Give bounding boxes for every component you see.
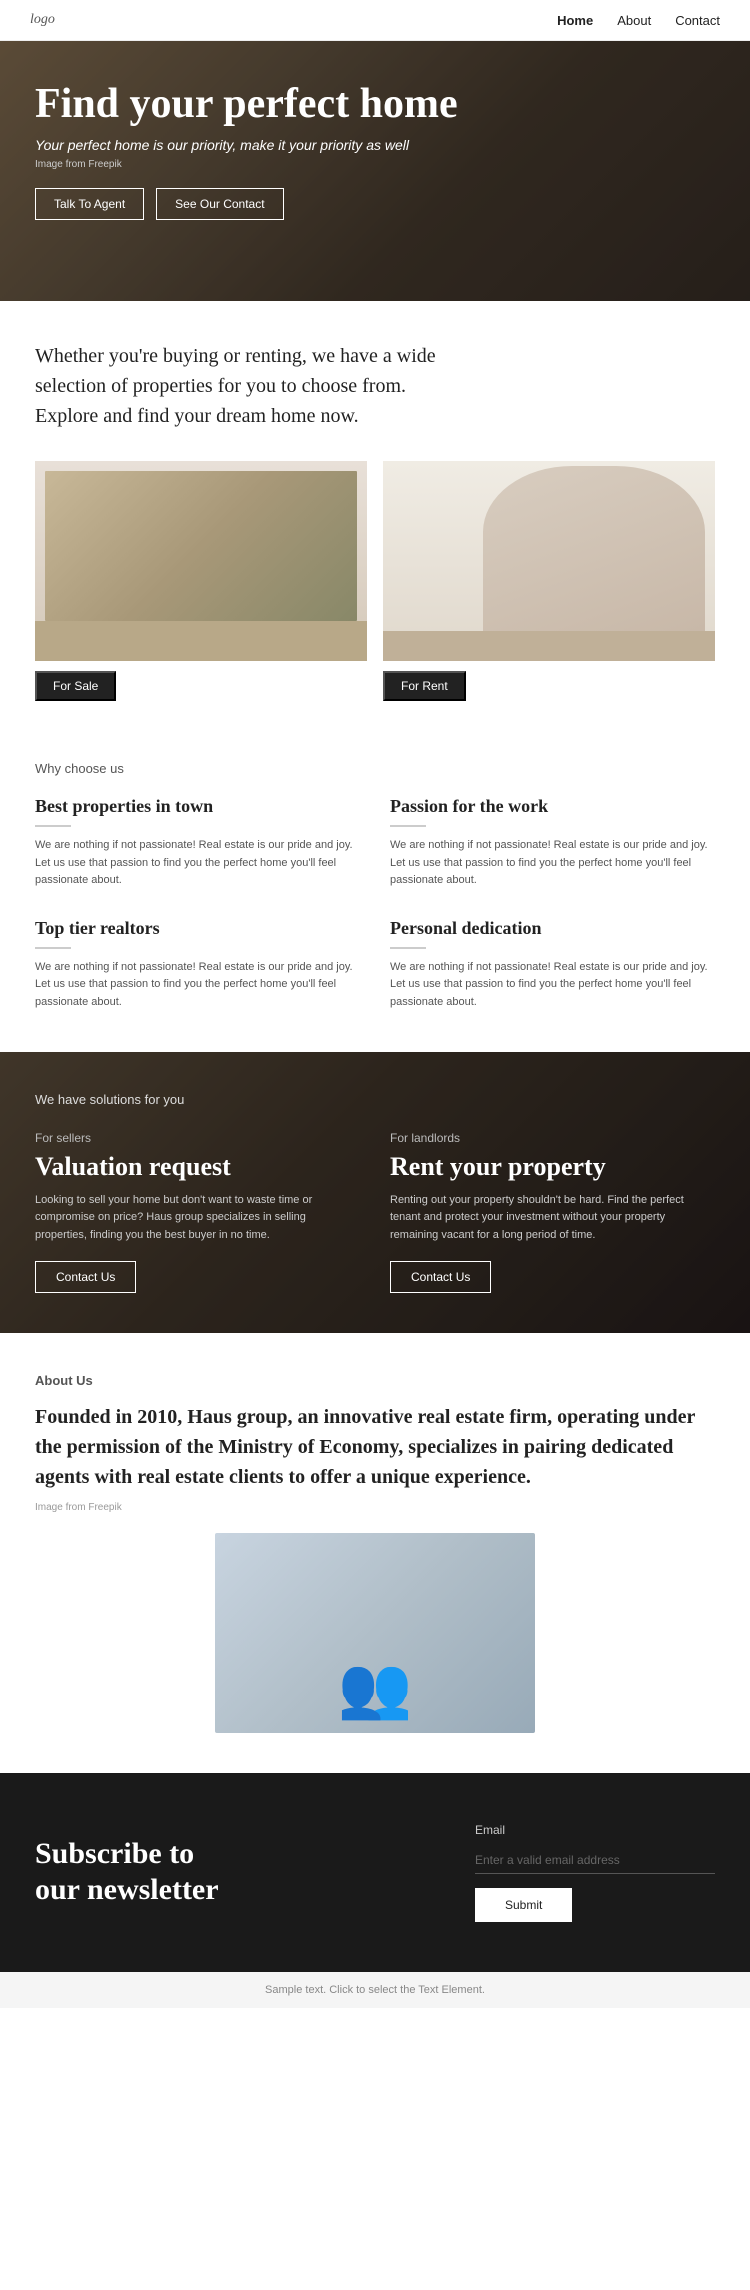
nav-about[interactable]: About xyxy=(617,13,651,28)
why-section: Why choose us Best properties in town We… xyxy=(0,721,750,1052)
hero-subtitle: Your perfect home is our priority, make … xyxy=(35,137,715,153)
nav-contact[interactable]: Contact xyxy=(675,13,720,28)
about-text: Founded in 2010, Haus group, an innovati… xyxy=(35,1402,715,1492)
intro-text: Whether you're buying or renting, we hav… xyxy=(35,341,455,431)
hero-content: Find your perfect home Your perfect home… xyxy=(0,41,750,240)
logo: logo xyxy=(30,12,55,28)
footer-note: Sample text. Click to select the Text El… xyxy=(0,1972,750,2008)
why-desc-2: We are nothing if not passionate! Real e… xyxy=(35,959,360,1012)
property-card-rent: For Rent xyxy=(383,461,715,701)
solution-sellers: For sellers Valuation request Looking to… xyxy=(35,1131,360,1293)
why-desc-1: We are nothing if not passionate! Real e… xyxy=(390,837,715,890)
about-label: About Us xyxy=(35,1373,715,1388)
solution-category-0: For sellers xyxy=(35,1131,360,1145)
solutions-label: We have solutions for you xyxy=(35,1092,715,1107)
solution-desc-1: Renting out your property shouldn't be h… xyxy=(390,1192,715,1245)
property-card-sale: For Sale xyxy=(35,461,367,701)
why-divider-0 xyxy=(35,825,71,827)
nav-links: Home About Contact xyxy=(557,13,720,28)
why-desc-0: We are nothing if not passionate! Real e… xyxy=(35,837,360,890)
why-title-1: Passion for the work xyxy=(390,796,715,817)
property-image-rent xyxy=(383,461,715,661)
hero-buttons: Talk To Agent See Our Contact xyxy=(35,188,715,220)
about-section: About Us Founded in 2010, Haus group, an… xyxy=(0,1333,750,1773)
solutions-section: We have solutions for you For sellers Va… xyxy=(0,1052,750,1333)
for-rent-button[interactable]: For Rent xyxy=(383,671,466,701)
why-item-1: Passion for the work We are nothing if n… xyxy=(390,796,715,890)
property-image-sale xyxy=(35,461,367,661)
see-our-contact-button[interactable]: See Our Contact xyxy=(156,188,283,220)
newsletter-title: Subscribe to our newsletter xyxy=(35,1836,235,1908)
submit-button[interactable]: Submit xyxy=(475,1888,572,1922)
team-photo xyxy=(215,1533,535,1733)
talk-to-agent-button[interactable]: Talk To Agent xyxy=(35,188,144,220)
solution-title-0: Valuation request xyxy=(35,1151,360,1182)
email-label: Email xyxy=(475,1823,715,1837)
why-item-2: Top tier realtors We are nothing if not … xyxy=(35,918,360,1012)
contact-us-button-landlords[interactable]: Contact Us xyxy=(390,1261,491,1293)
nav-home[interactable]: Home xyxy=(557,13,593,28)
why-item-0: Best properties in town We are nothing i… xyxy=(35,796,360,890)
hero-title: Find your perfect home xyxy=(35,81,715,127)
why-divider-3 xyxy=(390,947,426,949)
why-label: Why choose us xyxy=(35,761,715,776)
hero-section: Find your perfect home Your perfect home… xyxy=(0,41,750,301)
why-item-3: Personal dedication We are nothing if no… xyxy=(390,918,715,1012)
solution-category-1: For landlords xyxy=(390,1131,715,1145)
navbar: logo Home About Contact xyxy=(0,0,750,41)
why-divider-1 xyxy=(390,825,426,827)
why-title-2: Top tier realtors xyxy=(35,918,360,939)
hero-image-credit: Image from Freepik xyxy=(35,159,715,170)
newsletter-section: Subscribe to our newsletter Email Submit xyxy=(0,1773,750,1972)
contact-us-button-sellers[interactable]: Contact Us xyxy=(35,1261,136,1293)
about-image-container xyxy=(35,1533,715,1733)
solution-landlords: For landlords Rent your property Renting… xyxy=(390,1131,715,1293)
solution-title-1: Rent your property xyxy=(390,1151,715,1182)
why-divider-2 xyxy=(35,947,71,949)
why-title-0: Best properties in town xyxy=(35,796,360,817)
solutions-grid: For sellers Valuation request Looking to… xyxy=(35,1131,715,1293)
why-title-3: Personal dedication xyxy=(390,918,715,939)
for-sale-button[interactable]: For Sale xyxy=(35,671,116,701)
about-image-credit: Image from Freepik xyxy=(35,1502,715,1513)
footer-note-text: Sample text. Click to select the Text El… xyxy=(265,1984,485,1996)
intro-section: Whether you're buying or renting, we hav… xyxy=(0,301,750,461)
why-grid: Best properties in town We are nothing i… xyxy=(35,796,715,1012)
solution-desc-0: Looking to sell your home but don't want… xyxy=(35,1192,360,1245)
solutions-content: We have solutions for you For sellers Va… xyxy=(35,1092,715,1293)
property-grid: For Sale For Rent xyxy=(0,461,750,721)
why-desc-3: We are nothing if not passionate! Real e… xyxy=(390,959,715,1012)
email-input[interactable] xyxy=(475,1847,715,1874)
newsletter-form: Email Submit xyxy=(475,1823,715,1922)
